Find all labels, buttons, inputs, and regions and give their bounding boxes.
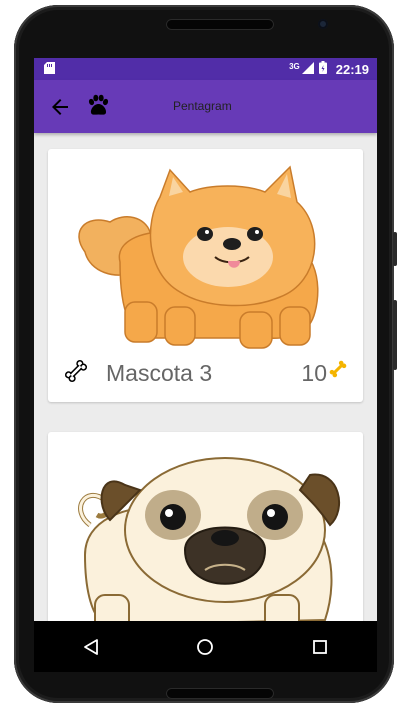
sd-card-icon <box>44 61 55 77</box>
pet-card <box>48 432 363 621</box>
back-triangle-icon[interactable] <box>80 636 102 658</box>
pet-feed[interactable]: Mascota 3 10 <box>34 133 377 621</box>
network-type: 3G <box>289 61 300 71</box>
app-bar: Pentagram <box>34 80 377 133</box>
pug-dog-image <box>65 445 345 621</box>
signal-icon <box>301 61 314 77</box>
bone-like-icon[interactable] <box>63 358 89 384</box>
pet-name: Mascota 3 <box>106 360 213 386</box>
paw-icon <box>85 93 111 119</box>
power-button[interactable] <box>393 232 397 266</box>
home-circle-icon[interactable] <box>194 636 216 658</box>
arrow-back-icon[interactable] <box>48 95 72 119</box>
bottom-speaker <box>166 688 274 699</box>
gold-bone-icon <box>327 358 349 380</box>
front-camera <box>318 19 328 29</box>
navigation-bar <box>34 621 377 672</box>
like-count: 10 <box>301 360 327 386</box>
screen: 3G 22:19 Pentagram Mascota 3 10 <box>34 58 377 621</box>
pomeranian-dog-image <box>65 162 345 357</box>
volume-button[interactable] <box>393 300 397 370</box>
status-bar: 3G 22:19 <box>34 58 377 80</box>
pet-card-footer: Mascota 3 10 <box>48 354 363 390</box>
status-time: 22:19 <box>335 61 369 77</box>
app-title: Pentagram <box>173 99 232 113</box>
pet-card: Mascota 3 10 <box>48 149 363 402</box>
top-speaker <box>166 19 274 30</box>
recents-square-icon[interactable] <box>309 636 331 658</box>
battery-icon <box>318 61 327 77</box>
